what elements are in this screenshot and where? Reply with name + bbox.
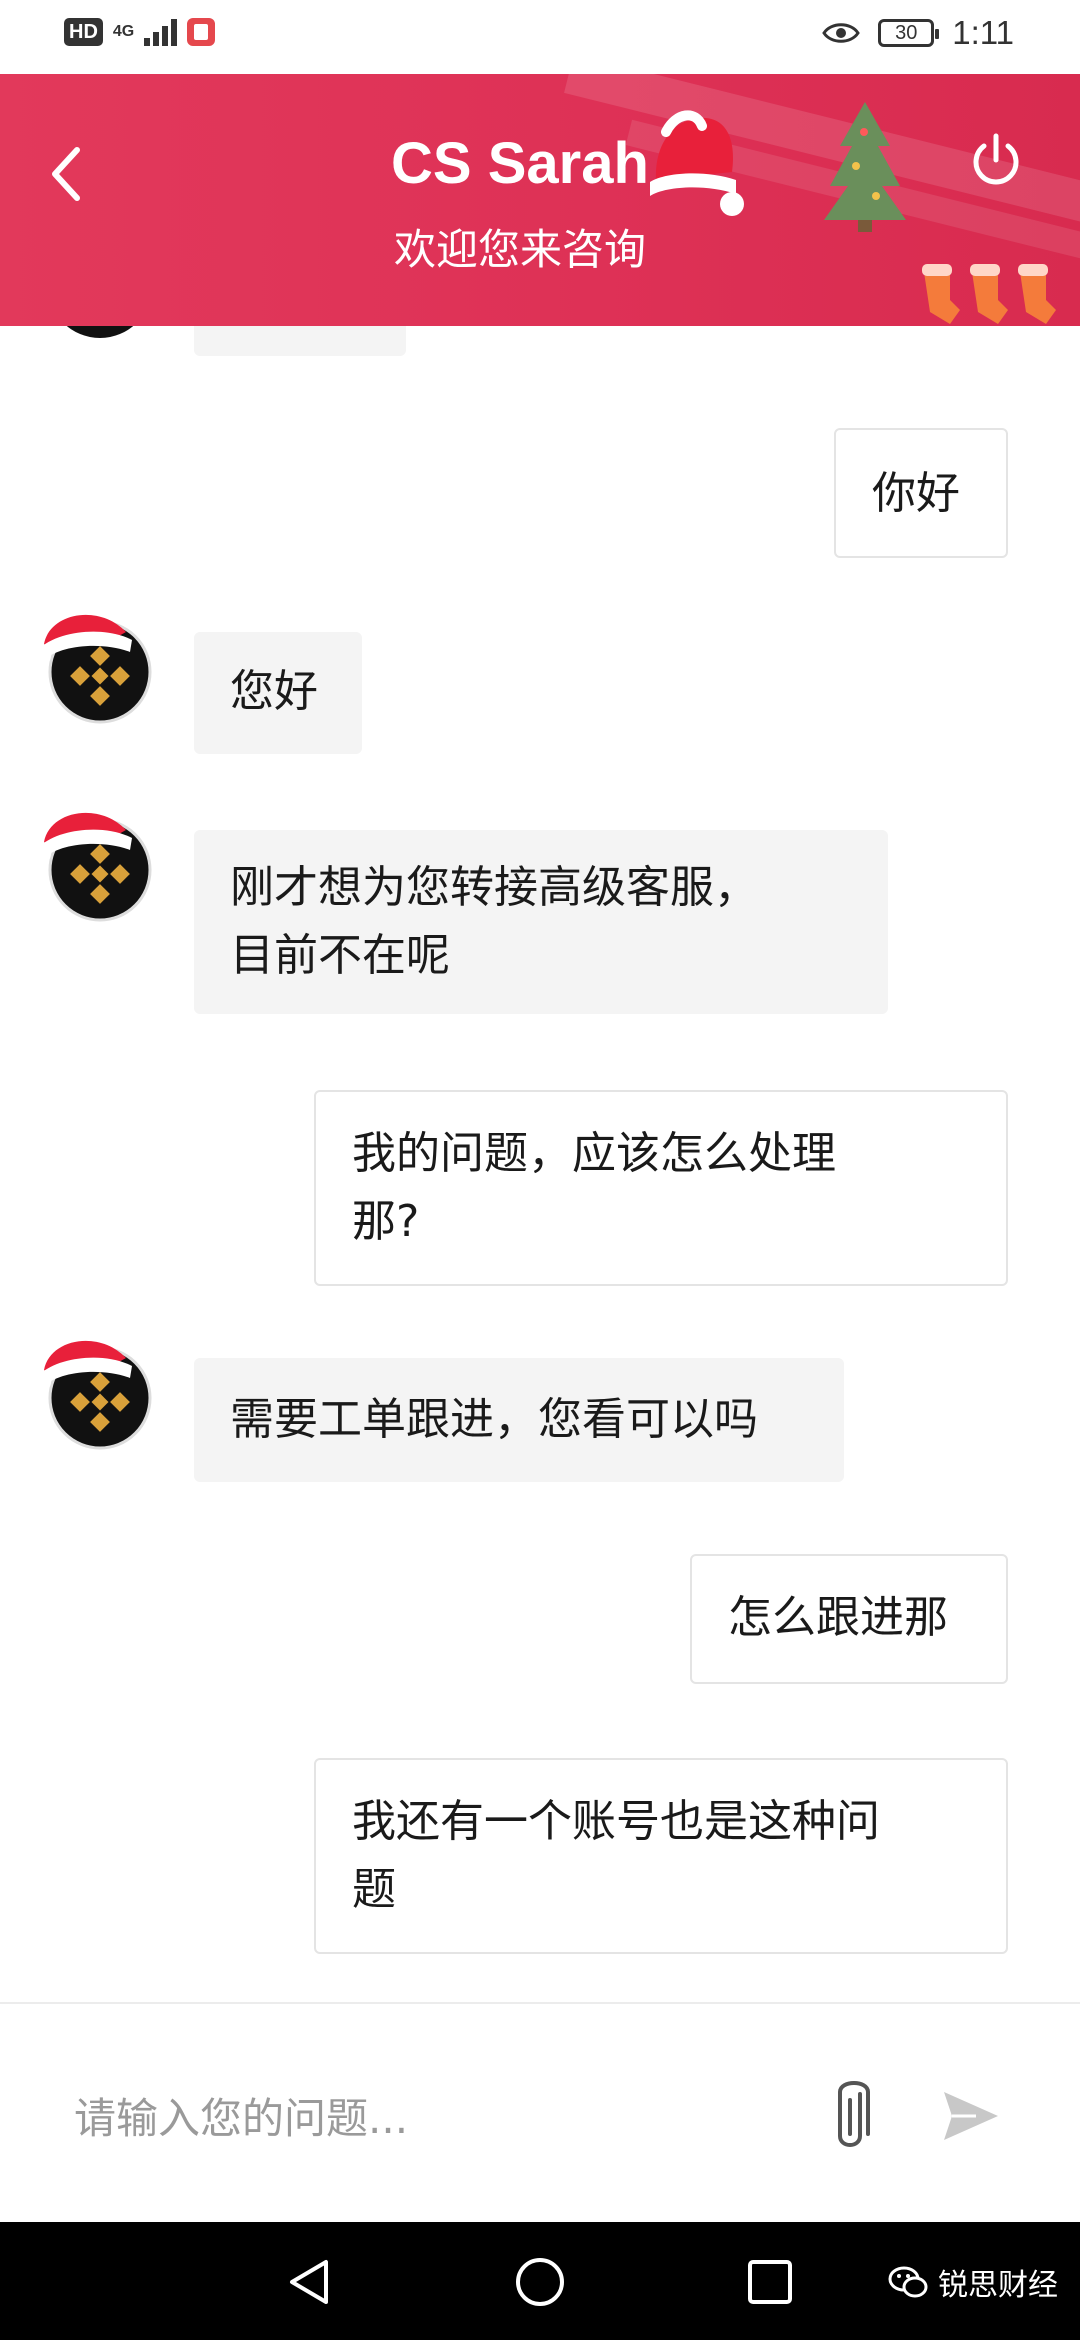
message-text: 需要工单跟进，您看可以吗 bbox=[230, 1394, 758, 1445]
message-bubble-outgoing: 你好 bbox=[834, 428, 1008, 558]
power-icon bbox=[973, 133, 1019, 185]
nav-home-button[interactable] bbox=[512, 2254, 568, 2310]
send-button[interactable] bbox=[940, 2088, 1002, 2144]
message-composer bbox=[0, 2002, 1080, 2222]
message-text: 您好 bbox=[230, 666, 318, 717]
agent-avatar bbox=[33, 812, 152, 922]
message-text: 刚才想为您转接高级客服， 目前不在呢 bbox=[230, 862, 758, 981]
message-bubble-incoming: 您好 bbox=[194, 632, 362, 754]
message-text: 我的问题，应该怎么处理 那? bbox=[352, 1128, 836, 1247]
circle-home-icon bbox=[516, 2258, 564, 2306]
app-notification-icon bbox=[187, 18, 216, 46]
santa-hat-decoration-icon bbox=[650, 110, 744, 216]
eye-icon bbox=[822, 23, 860, 43]
agent-avatar bbox=[33, 1340, 152, 1450]
send-icon bbox=[944, 2092, 998, 2140]
triangle-back-icon bbox=[290, 2260, 328, 2304]
status-time: 1:11 bbox=[952, 14, 1014, 51]
message-input[interactable] bbox=[72, 2082, 776, 2154]
message-bubble-incoming: 需要工单跟进，您看可以吗 bbox=[194, 1358, 844, 1482]
network-type: 4G bbox=[112, 23, 135, 40]
paperclip-icon bbox=[838, 2081, 870, 2147]
chat-message-list[interactable]: 你好 您好 刚才想为您转接高级客服， 目前不在呢 我的问题，应该怎么处理 那? … bbox=[0, 326, 1080, 2002]
agent-avatar bbox=[33, 614, 152, 724]
wechat-icon bbox=[888, 2266, 928, 2298]
status-left-group: HD 4G bbox=[64, 18, 216, 46]
watermark-text: 锐思财经 bbox=[938, 2268, 1058, 2303]
message-text: 你好 bbox=[872, 468, 960, 519]
christmas-tree-icon bbox=[824, 102, 906, 232]
christmas-stockings-icon bbox=[922, 264, 1056, 324]
agent-avatar bbox=[66, 326, 134, 338]
status-bar: HD 4G 30 1:11 bbox=[0, 0, 1080, 74]
nav-back-button[interactable] bbox=[282, 2254, 338, 2310]
battery-indicator: 30 bbox=[878, 19, 940, 47]
message-bubble-incoming: 刚才想为您转接高级客服， 目前不在呢 bbox=[194, 830, 888, 1014]
message-bubble-partial bbox=[194, 326, 406, 356]
message-bubble-outgoing: 我的问题，应该怎么处理 那? bbox=[314, 1090, 1008, 1286]
hd-badge: HD bbox=[64, 18, 103, 46]
power-button[interactable] bbox=[966, 130, 1026, 190]
system-navigation-bar: 锐思财经 bbox=[0, 2222, 1080, 2340]
status-right-group: 30 1:11 bbox=[822, 14, 1014, 52]
chat-header: CS Sarah 欢迎您来咨询 bbox=[0, 74, 1080, 326]
message-text: 怎么跟进那 bbox=[728, 1592, 948, 1643]
square-recents-icon bbox=[748, 2260, 792, 2304]
message-bubble-outgoing: 怎么跟进那 bbox=[690, 1554, 1008, 1684]
signal-strength-icon bbox=[144, 18, 178, 46]
watermark: 锐思财经 bbox=[888, 2260, 1058, 2304]
nav-recents-button[interactable] bbox=[742, 2254, 798, 2310]
message-bubble-outgoing: 我还有一个账号也是这种问 题 bbox=[314, 1758, 1008, 1954]
message-text: 我还有一个账号也是这种问 题 bbox=[352, 1796, 880, 1915]
attach-button[interactable] bbox=[828, 2078, 878, 2158]
